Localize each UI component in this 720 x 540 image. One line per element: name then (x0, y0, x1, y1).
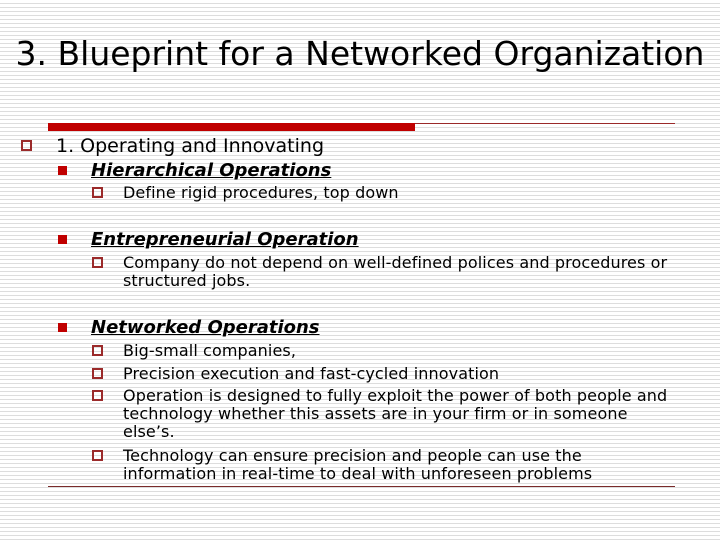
section-heading-networked: Networked Operations (58, 317, 320, 339)
section-point: Big-small companies, (92, 342, 678, 360)
section-point-text: Precision execution and fast-cycled inno… (123, 364, 500, 383)
section-heading-text: Networked Operations (91, 317, 320, 338)
solid-square-bullet-icon (58, 166, 67, 175)
hollow-square-bullet-icon (92, 187, 103, 198)
section-heading-text: Hierarchical Operations (91, 160, 332, 181)
hollow-square-bullet-icon (92, 368, 103, 379)
title-accent-bar (48, 123, 415, 131)
section-point: Technology can ensure precision and peop… (92, 447, 678, 483)
solid-square-bullet-icon (58, 323, 67, 332)
slide-title: 3. Blueprint for a Networked Organizatio… (15, 34, 705, 73)
section-heading-entrepreneurial: Entrepreneurial Operation (58, 229, 359, 251)
section-point: Define rigid procedures, top down (92, 184, 678, 202)
hollow-square-bullet-icon (21, 140, 32, 151)
section-point-text: Operation is designed to fully exploit t… (123, 386, 668, 441)
section-point: Operation is designed to fully exploit t… (92, 387, 678, 441)
section-point-text: Define rigid procedures, top down (123, 183, 399, 202)
hollow-square-bullet-icon (92, 450, 103, 461)
solid-square-bullet-icon (58, 235, 67, 244)
section-heading-text: Entrepreneurial Operation (91, 229, 359, 250)
hollow-square-bullet-icon (92, 345, 103, 356)
hollow-square-bullet-icon (92, 390, 103, 401)
section-point: Company do not depend on well-defined po… (92, 254, 678, 290)
footer-divider-line (48, 486, 675, 487)
hollow-square-bullet-icon (92, 257, 103, 268)
section-point: Precision execution and fast-cycled inno… (92, 365, 678, 383)
section-point-text: Company do not depend on well-defined po… (123, 253, 668, 290)
section-heading-hierarchical: Hierarchical Operations (58, 160, 331, 182)
section-point-text: Technology can ensure precision and peop… (123, 446, 593, 483)
outline-item-text: 1. Operating and Innovating (56, 135, 325, 157)
section-point-text: Big-small companies, (123, 341, 297, 360)
outline-item-level1: 1. Operating and Innovating (21, 135, 324, 157)
